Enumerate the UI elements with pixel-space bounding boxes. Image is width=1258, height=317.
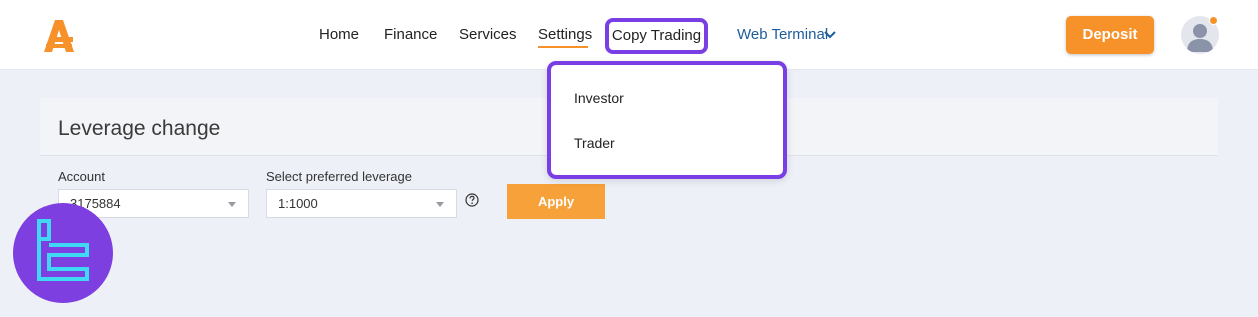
apply-button[interactable]: Apply bbox=[507, 184, 605, 219]
leverage-label: Select preferred leverage bbox=[266, 169, 412, 184]
nav-settings[interactable]: Settings bbox=[538, 26, 592, 43]
caret-down-icon bbox=[436, 202, 444, 207]
brand-logo-icon[interactable] bbox=[40, 18, 78, 54]
leverage-select[interactable]: 1:1000 bbox=[266, 189, 457, 218]
chevron-down-icon[interactable] bbox=[824, 30, 836, 40]
leverage-select-value: 1:1000 bbox=[278, 196, 318, 211]
account-label: Account bbox=[58, 169, 105, 184]
nav-web-terminal[interactable]: Web Terminal bbox=[737, 26, 828, 43]
watermark-logo-icon bbox=[13, 203, 113, 303]
dropdown-item-investor[interactable]: Investor bbox=[574, 90, 624, 106]
nav-finance[interactable]: Finance bbox=[384, 26, 437, 43]
caret-down-icon bbox=[228, 202, 236, 207]
nav-services[interactable]: Services bbox=[459, 26, 517, 43]
copy-trading-dropdown-menu: Investor Trader bbox=[547, 61, 787, 179]
page-title: Leverage change bbox=[58, 117, 221, 140]
deposit-button[interactable]: Deposit bbox=[1066, 16, 1154, 54]
active-nav-underline bbox=[538, 46, 588, 48]
notification-dot bbox=[1209, 16, 1218, 25]
dropdown-item-trader[interactable]: Trader bbox=[574, 135, 615, 151]
question-circle-icon[interactable] bbox=[465, 193, 479, 207]
nav-copy-trading[interactable]: Copy Trading bbox=[605, 18, 708, 54]
top-navigation-bar: Home Finance Services Settings Copy Trad… bbox=[0, 0, 1258, 70]
nav-home[interactable]: Home bbox=[319, 26, 359, 43]
